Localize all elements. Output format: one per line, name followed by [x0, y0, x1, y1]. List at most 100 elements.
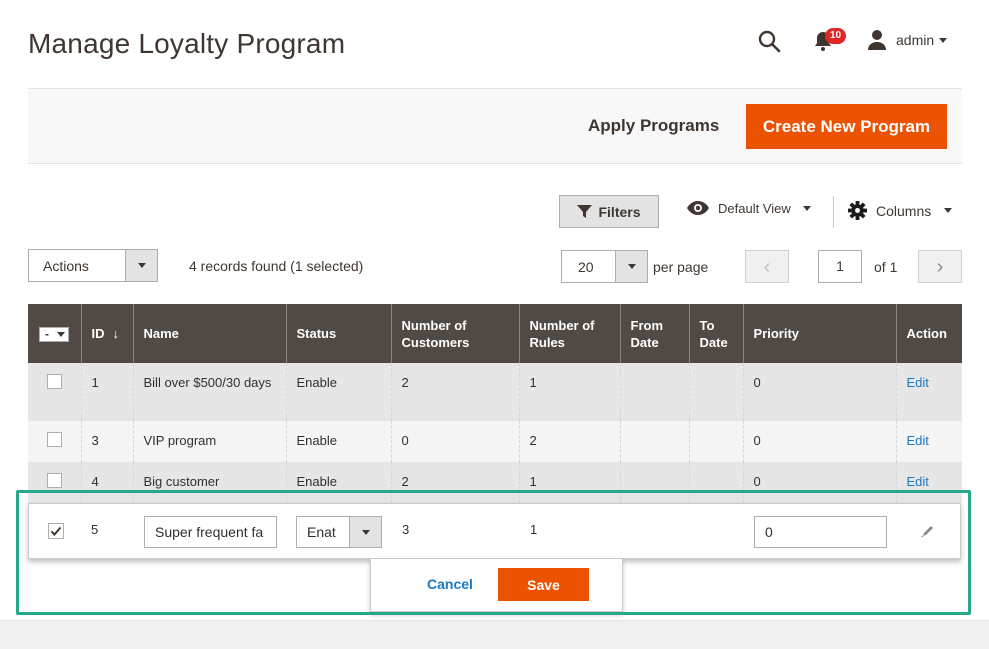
- chevron-down-icon: [138, 263, 146, 268]
- next-page-button[interactable]: ›: [918, 250, 962, 283]
- name-input[interactable]: Super frequent fa: [144, 516, 277, 548]
- row-status: Enable: [285, 421, 391, 462]
- chevron-down-icon: [944, 208, 953, 213]
- page-number-input[interactable]: 1: [818, 250, 862, 283]
- row-priority: 0: [742, 462, 896, 503]
- pencil-icon: [921, 526, 933, 538]
- sort-descending-icon[interactable]: ↓: [113, 326, 120, 341]
- row-name: VIP program: [132, 421, 286, 462]
- user-icon[interactable]: [866, 29, 888, 51]
- row-rules: 1: [518, 363, 620, 421]
- edit-link[interactable]: Edit: [907, 375, 929, 390]
- actions-dropdown[interactable]: Actions: [28, 249, 158, 282]
- view-selector[interactable]: Default View: [686, 200, 811, 216]
- search-icon[interactable]: [757, 29, 781, 53]
- row-customers: 0: [390, 421, 519, 462]
- table-row: 3 VIP program Enable 0 2 0 Edit: [28, 421, 962, 462]
- view-label: Default View: [718, 200, 791, 216]
- row-name: Big customer: [132, 462, 286, 503]
- row-select-cell: [28, 363, 81, 421]
- save-button[interactable]: Save: [498, 568, 589, 601]
- row-id: 3: [80, 421, 133, 462]
- per-page-dropdown[interactable]: 20: [561, 250, 648, 283]
- apply-programs-button[interactable]: Apply Programs: [588, 116, 719, 136]
- row-checkbox[interactable]: [47, 432, 62, 447]
- row-id: 1: [80, 363, 133, 421]
- cancel-button[interactable]: Cancel: [427, 576, 473, 592]
- page-title: Manage Loyalty Program: [28, 28, 346, 59]
- eye-icon: [687, 201, 709, 215]
- status-dropdown-toggle[interactable]: [349, 517, 381, 547]
- column-header-status[interactable]: Status: [285, 304, 391, 363]
- row-from-date: [619, 421, 689, 462]
- column-header-customers[interactable]: Number of Customers: [390, 304, 519, 363]
- row-priority: 0: [742, 363, 896, 421]
- per-page-label: per page: [653, 259, 709, 275]
- user-name[interactable]: admin: [896, 32, 934, 48]
- row-checkbox-checked[interactable]: [48, 523, 64, 539]
- row-checkbox[interactable]: [47, 473, 62, 488]
- column-header-to-date[interactable]: To Date: [688, 304, 743, 363]
- mass-select-header[interactable]: -: [28, 304, 81, 363]
- per-page-value: 20: [578, 259, 594, 275]
- page: Manage Loyalty Program 10 admin Apply Pr…: [0, 0, 989, 649]
- footer-bar: [0, 620, 989, 649]
- column-header-rules[interactable]: Number of Rules: [518, 304, 620, 363]
- actions-label: Actions: [43, 258, 89, 274]
- filters-button[interactable]: Filters: [559, 195, 659, 228]
- edit-row-rules: 1: [530, 522, 538, 537]
- notification-badge[interactable]: 10: [825, 28, 847, 44]
- columns-label: Columns: [876, 202, 932, 219]
- records-count: 4 records found (1 selected): [189, 258, 364, 274]
- page-total-label: of 1: [874, 259, 898, 275]
- edit-link[interactable]: Edit: [907, 474, 929, 489]
- column-header-from-date[interactable]: From Date: [619, 304, 689, 363]
- edit-row-id: 5: [91, 522, 99, 537]
- column-header-priority[interactable]: Priority: [742, 304, 896, 363]
- checkmark-icon: [50, 526, 62, 536]
- priority-input[interactable]: 0: [754, 516, 887, 548]
- edit-link[interactable]: Edit: [907, 433, 929, 448]
- toolbar-divider: [833, 196, 834, 228]
- edit-row-customers: 3: [402, 522, 410, 537]
- chevron-down-icon: [628, 264, 636, 269]
- row-rules: 1: [518, 462, 620, 503]
- row-id: 4: [80, 462, 133, 503]
- filters-label: Filters: [598, 203, 641, 220]
- row-to-date: [688, 421, 743, 462]
- inline-edit-row: 5 Super frequent fa Enat 3 1 0: [28, 503, 961, 559]
- column-header-name[interactable]: Name: [132, 304, 286, 363]
- chevron-down-icon[interactable]: [939, 38, 947, 43]
- per-page-toggle[interactable]: [615, 251, 647, 282]
- create-new-program-button[interactable]: Create New Program: [746, 104, 947, 149]
- row-action-cell: Edit: [895, 363, 962, 421]
- row-checkbox[interactable]: [47, 374, 62, 389]
- row-priority: 0: [742, 421, 896, 462]
- chevron-down-icon: [362, 530, 370, 535]
- table-row: 4 Big customer Enable 2 1 0 Edit: [28, 462, 962, 503]
- row-from-date: [619, 363, 689, 421]
- status-value: Enat: [307, 524, 336, 540]
- chevron-down-icon: [57, 332, 65, 337]
- status-dropdown[interactable]: Enat: [296, 516, 382, 548]
- row-action-cell: Edit: [895, 462, 962, 503]
- chevron-down-icon: [802, 205, 811, 211]
- row-from-date: [619, 462, 689, 503]
- actions-dropdown-toggle[interactable]: [125, 250, 157, 281]
- row-select-cell: [28, 462, 81, 503]
- column-header-id[interactable]: ID ↓: [80, 304, 133, 363]
- row-status: Enable: [285, 462, 391, 503]
- mass-select-symbol: -: [45, 327, 49, 341]
- row-select-cell: [28, 421, 81, 462]
- row-status: Enable: [285, 363, 391, 421]
- row-name: Bill over $500/30 days: [132, 363, 286, 421]
- grid-header-row: - ID ↓ Name Status Number of Customers Nu…: [28, 304, 962, 363]
- row-rules: 2: [518, 421, 620, 462]
- inline-edit-actions: Cancel Save: [370, 559, 623, 612]
- columns-selector[interactable]: Columns: [848, 201, 953, 220]
- column-header-action: Action: [895, 304, 962, 363]
- row-customers: 2: [390, 363, 519, 421]
- previous-page-button[interactable]: ‹: [745, 250, 789, 283]
- row-to-date: [688, 363, 743, 421]
- mass-select-dropdown[interactable]: -: [39, 327, 69, 342]
